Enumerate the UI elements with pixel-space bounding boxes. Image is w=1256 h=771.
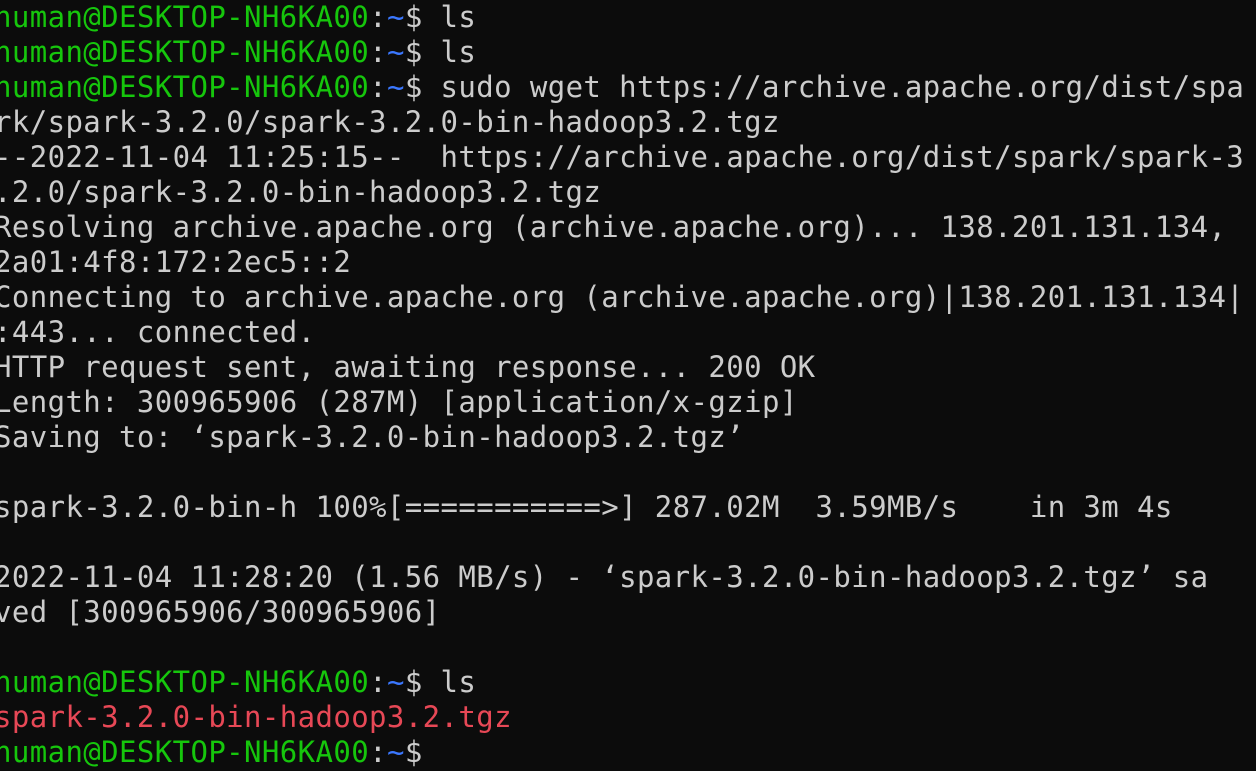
output-line: Saving to: ‘spark-3.2.0-bin-hadoop3.2.tg… xyxy=(0,420,744,455)
prompt-line: human@DESKTOP-NH6KA00:~$ sudo wget https… xyxy=(0,70,1244,105)
prompt-line: human@DESKTOP-NH6KA00:~$ ls xyxy=(0,665,476,700)
output-line: HTTP request sent, awaiting response... … xyxy=(0,350,816,385)
prompt-path: ~ xyxy=(386,735,405,769)
command-text: sudo wget https://archive.apache.org/dis… xyxy=(440,70,1245,104)
output-line: Resolving archive.apache.org (archive.ap… xyxy=(0,210,1226,245)
output-line: spark-3.2.0-bin-h 100%[===========>] 287… xyxy=(0,490,1173,525)
prompt-symbol: $ xyxy=(404,70,441,104)
prompt-symbol: $ xyxy=(404,35,441,69)
terminal-window[interactable]: human@DESKTOP-NH6KA00:~$ ls human@DESKTOP… xyxy=(0,0,1256,771)
output-text: 2a01:4f8:172:2ec5::2 xyxy=(0,245,352,279)
output-text: .2.0/spark-3.2.0-bin-hadoop3.2.tgz xyxy=(0,175,602,209)
output-text: :443... connected. xyxy=(0,315,316,349)
prompt-line: human@DESKTOP-NH6KA00:~$ xyxy=(0,735,441,770)
output-text: HTTP request sent, awaiting response... … xyxy=(0,350,816,384)
prompt-user: human@DESKTOP-NH6KA00 xyxy=(0,735,370,769)
command-text: ls xyxy=(440,665,477,699)
output-line: Length: 300965906 (287M) [application/x-… xyxy=(0,385,798,420)
output-text: ved [300965906/300965906] xyxy=(0,595,441,629)
output-text: Length: 300965906 (287M) [application/x-… xyxy=(0,385,798,419)
command-text: ls xyxy=(440,35,477,69)
prompt-user: human@DESKTOP-NH6KA00 xyxy=(0,665,370,699)
prompt-user: human@DESKTOP-NH6KA00 xyxy=(0,35,370,69)
output-text: 2022-11-04 11:28:20 (1.56 MB/s) - ‘spark… xyxy=(0,560,1209,594)
prompt-path: ~ xyxy=(386,70,405,104)
output-line: 2022-11-04 11:28:20 (1.56 MB/s) - ‘spark… xyxy=(0,560,1208,595)
file-listing-archive: spark-3.2.0-bin-hadoop3.2.tgz xyxy=(0,700,512,735)
output-line: :443... connected. xyxy=(0,315,315,350)
output-text: spark-3.2.0-bin-h 100%[===========>] 287… xyxy=(0,490,1173,524)
prompt-path: ~ xyxy=(386,35,405,69)
prompt-separator: : xyxy=(369,665,387,699)
output-line: rk/spark-3.2.0/spark-3.2.0-bin-hadoop3.2… xyxy=(0,105,780,140)
prompt-separator: : xyxy=(369,735,387,769)
prompt-path: ~ xyxy=(386,665,405,699)
output-text: rk/spark-3.2.0/spark-3.2.0-bin-hadoop3.2… xyxy=(0,105,780,139)
prompt-line: human@DESKTOP-NH6KA00:~$ ls xyxy=(0,0,476,35)
archive-filename: spark-3.2.0-bin-hadoop3.2.tgz xyxy=(0,700,512,734)
output-text: Resolving archive.apache.org (archive.ap… xyxy=(0,210,1227,244)
prompt-user: human@DESKTOP-NH6KA00 xyxy=(0,70,370,104)
prompt-separator: : xyxy=(369,0,387,34)
prompt-line: human@DESKTOP-NH6KA00:~$ ls xyxy=(0,35,476,70)
output-text: Connecting to archive.apache.org (archiv… xyxy=(0,280,1245,314)
output-text: Saving to: ‘spark-3.2.0-bin-hadoop3.2.tg… xyxy=(0,420,745,454)
prompt-symbol: $ xyxy=(404,735,441,769)
output-line: 2a01:4f8:172:2ec5::2 xyxy=(0,245,351,280)
prompt-separator: : xyxy=(369,70,387,104)
command-text: ls xyxy=(440,0,477,34)
prompt-user: human@DESKTOP-NH6KA00 xyxy=(0,0,370,34)
output-line: .2.0/spark-3.2.0-bin-hadoop3.2.tgz xyxy=(0,175,601,210)
output-line: ved [300965906/300965906] xyxy=(0,595,441,630)
prompt-separator: : xyxy=(369,35,387,69)
output-line: Connecting to archive.apache.org (archiv… xyxy=(0,280,1244,315)
output-line: --2022-11-04 11:25:15-- https://archive.… xyxy=(0,140,1244,175)
output-text: --2022-11-04 11:25:15-- https://archive.… xyxy=(0,140,1245,174)
prompt-symbol: $ xyxy=(404,0,441,34)
prompt-symbol: $ xyxy=(404,665,441,699)
prompt-path: ~ xyxy=(386,0,405,34)
